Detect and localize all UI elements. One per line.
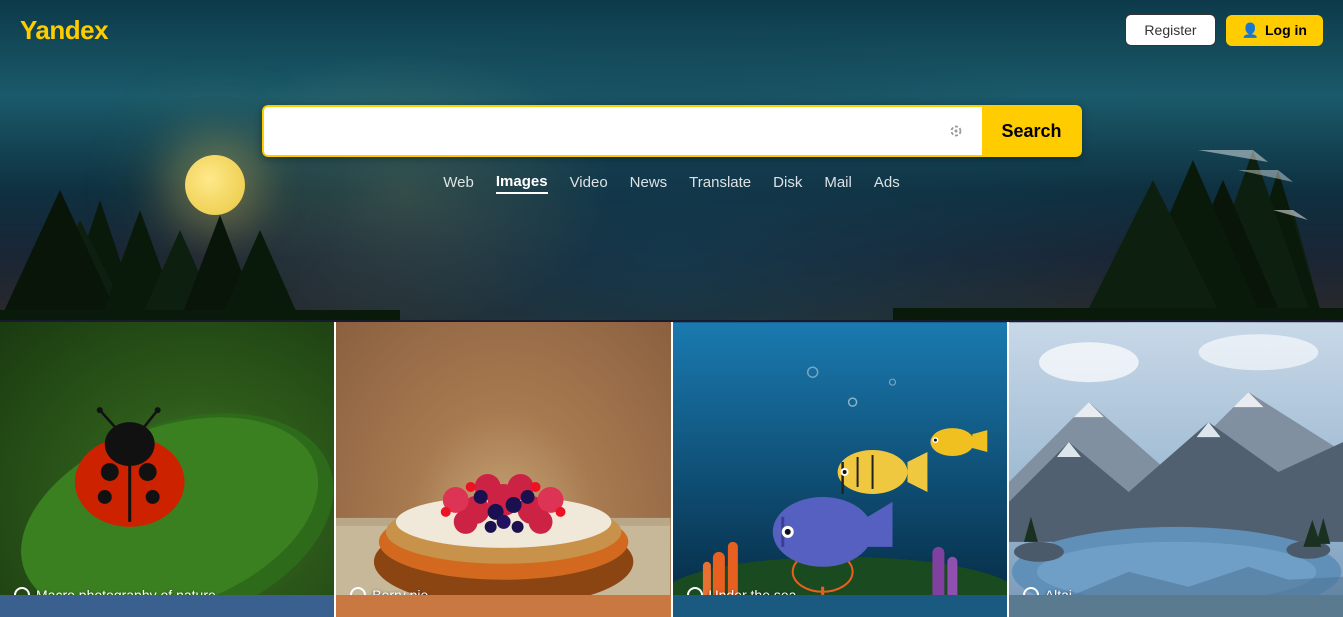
search-input[interactable] (262, 105, 930, 157)
search-button[interactable]: Search (982, 105, 1082, 157)
camera-icon (945, 120, 967, 142)
login-label: Log in (1265, 22, 1307, 38)
search-box: Search (262, 105, 1082, 157)
person-icon: 👤 (1242, 22, 1259, 39)
grid-item-berry[interactable]: Berry pie (336, 322, 672, 617)
login-button[interactable]: 👤 Log in (1226, 15, 1323, 46)
sea-background (673, 322, 1007, 617)
altai-background (1009, 322, 1343, 617)
header-buttons: Register 👤 Log in (1125, 14, 1323, 46)
logo-text: Yandex (20, 15, 108, 45)
grid-item-ladybug[interactable]: Macro photography of nature (0, 322, 336, 617)
search-area: Search Web Images Video News Translate D… (262, 105, 1082, 194)
berry-background (336, 322, 670, 617)
tab-mail[interactable]: Mail (824, 172, 852, 193)
grid-item-altai[interactable]: Altai (1009, 322, 1343, 617)
nav-tabs: Web Images Video News Translate Disk Mai… (443, 171, 899, 194)
bottom-strip-1 (0, 595, 336, 617)
sea-illustration (673, 322, 1007, 617)
image-grid: Macro photography of nature (0, 322, 1343, 617)
tab-images[interactable]: Images (496, 171, 548, 194)
bottom-strip-2 (336, 595, 672, 617)
camera-button[interactable] (930, 105, 982, 157)
register-button[interactable]: Register (1125, 14, 1215, 46)
grid-item-sea[interactable]: Under the sea (673, 322, 1009, 617)
tab-web[interactable]: Web (443, 172, 474, 193)
tab-news[interactable]: News (630, 172, 668, 193)
tab-ads[interactable]: Ads (874, 172, 900, 193)
ladybug-background (0, 322, 334, 617)
tab-translate[interactable]: Translate (689, 172, 751, 193)
ladybug-illustration (0, 322, 334, 617)
tab-disk[interactable]: Disk (773, 172, 802, 193)
logo[interactable]: Yandex (20, 15, 108, 46)
pie-illustration (336, 322, 670, 617)
altai-illustration (1009, 322, 1343, 617)
tab-video[interactable]: Video (570, 172, 608, 193)
bottom-strip-4 (1009, 595, 1343, 617)
bottom-strip (0, 595, 1343, 617)
bottom-strip-3 (673, 595, 1009, 617)
header: Yandex Register 👤 Log in (0, 0, 1343, 60)
